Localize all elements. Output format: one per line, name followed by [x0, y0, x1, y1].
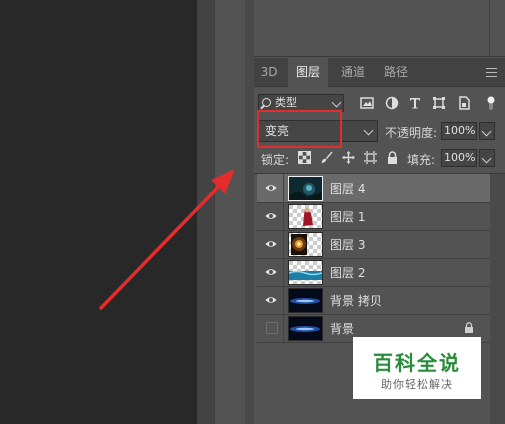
type-filter-icon[interactable]	[408, 96, 422, 110]
lock-icon	[465, 322, 473, 333]
row-separator	[283, 202, 284, 230]
row-separator	[283, 314, 284, 342]
row-separator	[283, 230, 284, 258]
tab-layers[interactable]: 图层	[288, 58, 328, 87]
layer-row[interactable]: 图层 1	[257, 202, 490, 231]
lock-label: 锁定:	[261, 153, 290, 167]
layer-thumbnail	[288, 288, 323, 313]
visibility-toggle[interactable]	[266, 322, 278, 334]
fill-dropdown[interactable]	[479, 149, 495, 167]
layer-name: 图层 4	[330, 182, 366, 196]
layer-name: 背景 拷贝	[330, 294, 382, 308]
eye-icon[interactable]	[265, 182, 277, 194]
lock-position-icon[interactable]	[342, 151, 355, 164]
layer-row[interactable]: 图层 2	[257, 258, 490, 287]
panel-menu-icon[interactable]	[486, 68, 497, 77]
opacity-input[interactable]: 100%	[441, 122, 477, 140]
adjustment-filter-icon[interactable]	[385, 96, 399, 110]
pixel-filter-icon[interactable]	[360, 96, 374, 110]
layer-thumbnail	[288, 232, 323, 257]
upper-panel-divider	[489, 0, 490, 57]
fill-label: 填充:	[407, 153, 436, 167]
watermark-subtitle: 助你轻松解决	[381, 378, 453, 391]
tab-3d[interactable]: 3D	[254, 58, 284, 87]
chevron-down-icon	[481, 153, 492, 164]
smart-object-filter-icon[interactable]	[457, 96, 471, 110]
layers-scrollbar[interactable]	[490, 174, 505, 424]
opacity-label: 不透明度:	[385, 126, 438, 140]
layer-thumbnail	[288, 204, 323, 229]
fill-input[interactable]: 100%	[441, 149, 477, 167]
layer-name: 图层 2	[330, 266, 366, 280]
layer-row[interactable]: 背景 拷贝	[257, 286, 490, 315]
layer-thumbnail	[288, 176, 323, 201]
lock-artboard-icon[interactable]	[364, 151, 377, 164]
row-separator	[283, 258, 284, 286]
layer-name: 图层 1	[330, 210, 366, 224]
lock-all-icon[interactable]	[386, 151, 399, 164]
chevron-down-icon	[481, 126, 492, 137]
lock-transparent-pixels-icon[interactable]	[298, 151, 311, 164]
layer-row[interactable]: 图层 3	[257, 230, 490, 259]
tab-paths[interactable]: 路径	[378, 58, 414, 87]
row-separator	[283, 286, 284, 314]
upper-panel	[254, 0, 505, 57]
eye-icon[interactable]	[265, 266, 277, 278]
watermark-title: 百科全说	[373, 351, 461, 375]
lock-image-pixels-icon[interactable]	[320, 151, 333, 164]
highlight-box	[257, 110, 342, 148]
layer-thumbnail	[288, 316, 323, 341]
filter-toggle-icon[interactable]	[484, 96, 498, 110]
row-separator	[283, 174, 284, 202]
layer-thumbnail	[288, 260, 323, 285]
layer-row[interactable]: 图层 4	[257, 174, 490, 203]
shape-filter-icon[interactable]	[432, 96, 446, 110]
layer-name: 背景	[330, 322, 355, 336]
opacity-dropdown[interactable]	[479, 122, 495, 140]
filter-type-label: 类型	[275, 96, 297, 109]
chevron-down-icon	[363, 125, 374, 136]
search-icon	[262, 98, 271, 107]
watermark-logo: 百科全说 助你轻松解决	[353, 337, 481, 399]
panel-tab-bar: 3D 图层 通道 路径	[254, 58, 505, 87]
eye-icon[interactable]	[265, 210, 277, 222]
annotation-arrow	[99, 169, 235, 310]
panel-dock-edge	[245, 0, 254, 424]
eye-icon[interactable]	[265, 294, 277, 306]
chevron-down-icon	[331, 97, 342, 108]
eye-icon[interactable]	[265, 238, 277, 250]
layer-name: 图层 3	[330, 238, 366, 252]
tab-channels[interactable]: 通道	[334, 58, 372, 87]
